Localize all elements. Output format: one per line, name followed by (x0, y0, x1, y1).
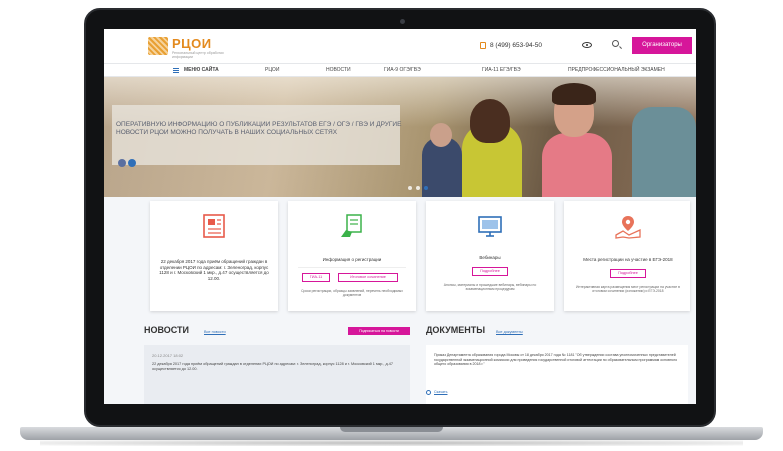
organizers-button[interactable]: Организаторы (632, 37, 692, 54)
document-text[interactable]: Приказ Департамента образования города М… (434, 353, 684, 367)
card-description: Анонсы, материалы и прошедшие вебинары, … (443, 283, 537, 292)
newspaper-icon (203, 214, 225, 238)
main-nav: МЕНЮ САЙТА РЦОИ НОВОСТИ ГИА-9 ОГЭ/ГВЭ ГИ… (104, 63, 696, 77)
menu-icon[interactable] (173, 68, 179, 73)
nav-item-rcoi[interactable]: РЦОИ (265, 67, 279, 73)
hero-photo-person (470, 99, 510, 143)
laptop-mockup: РЦОИ Региональный центр обработки информ… (0, 0, 783, 451)
laptop-shadow (40, 440, 743, 446)
webinars-more-button[interactable]: Подробнее (472, 267, 508, 276)
hero-text: ОПЕРАТИВНУЮ ИНФОРМАЦИЮ О ПУБЛИКАЦИИ РЕЗУ… (116, 121, 402, 136)
vk-icon[interactable] (118, 159, 126, 167)
logo-icon[interactable] (148, 37, 168, 55)
card-description: Интерактивная карта размещения мест реги… (576, 285, 680, 294)
card-title: Вебинары (479, 255, 501, 260)
card-title: Информация о регистрации (322, 257, 382, 262)
site-header: РЦОИ Региональный центр обработки информ… (104, 29, 696, 63)
hero-photo-person (632, 107, 696, 197)
monitor-icon (478, 216, 502, 237)
all-news-link[interactable]: Все новости (204, 330, 226, 334)
phone-number[interactable]: 8 (499) 653-94-50 (490, 42, 542, 49)
all-documents-link[interactable]: Все документы (496, 330, 523, 334)
places-more-button[interactable]: Подробнее (610, 269, 646, 278)
news-heading: НОВОСТИ (144, 325, 190, 335)
documents-heading: ДОКУМЕНТЫ (426, 325, 486, 335)
eye-icon[interactable] (582, 42, 592, 48)
card-registration[interactable]: Информация о регистрации ГИА-11 Итоговое… (288, 201, 416, 311)
nav-item-preprof[interactable]: ПРЕДПРОФЕССИОНАЛЬНЫЙ ЭКЗАМЕН (568, 67, 665, 73)
card-webinars[interactable]: Вебинары Подробнее Анонсы, материалы и п… (426, 201, 554, 311)
hero-banner[interactable]: ОПЕРАТИВНУЮ ИНФОРМАЦИЮ О ПУБЛИКАЦИИ РЕЗУ… (104, 77, 696, 197)
card-title: Места регистрации на участие в ЕГЭ-2018 (583, 257, 673, 262)
news-item[interactable] (144, 345, 410, 404)
logo-subtitle: Региональный центр обработки информации (172, 51, 224, 59)
news-text[interactable]: 22 декабря 2017 года приём обращений гра… (152, 362, 402, 372)
card-title: 22 декабря 2017 года приём обращений гра… (159, 259, 269, 281)
camera-dot (400, 19, 405, 24)
laptop-notch (340, 427, 443, 432)
hero-photo-person (430, 123, 452, 147)
card-registration-places[interactable]: Места регистрации на участие в ЕГЭ-2018 … (564, 201, 690, 311)
map-pin-icon (615, 216, 641, 239)
nav-item-gia9[interactable]: ГИА-9 ОГЭ/ГВЭ (384, 67, 421, 73)
download-icon[interactable] (426, 390, 431, 395)
nav-item-gia11[interactable]: ГИА-11 ЕГЭ/ГВЭ (482, 67, 521, 73)
logo-text[interactable]: РЦОИ (172, 36, 212, 51)
subscribe-news-button[interactable]: Подписаться на новости (348, 327, 410, 335)
facebook-icon[interactable] (128, 159, 136, 167)
final-essay-button[interactable]: Итоговое сочинение (338, 273, 398, 282)
hero-photo-person (552, 83, 596, 105)
news-date: 20.12.2017 18:02 (152, 353, 184, 358)
hand-document-icon (341, 214, 362, 237)
gia11-button[interactable]: ГИА-11 (302, 273, 330, 282)
screen: РЦОИ Региональный центр обработки информ… (104, 29, 696, 404)
hero-photo-person (542, 133, 612, 197)
carousel-dot[interactable] (416, 186, 420, 190)
nav-item-news[interactable]: НОВОСТИ (326, 67, 351, 73)
card-divider (298, 267, 406, 268)
search-icon[interactable] (612, 40, 619, 47)
download-link[interactable]: Скачать (434, 390, 447, 394)
card-description: Сроки регистрации, образцы заявлений, пе… (301, 289, 403, 298)
carousel-dot-active[interactable] (424, 186, 428, 190)
phone-icon (480, 42, 486, 49)
carousel-dot[interactable] (408, 186, 412, 190)
card-announcement[interactable]: 22 декабря 2017 года приём обращений гра… (150, 201, 278, 311)
nav-item-menu[interactable]: МЕНЮ САЙТА (184, 67, 219, 73)
